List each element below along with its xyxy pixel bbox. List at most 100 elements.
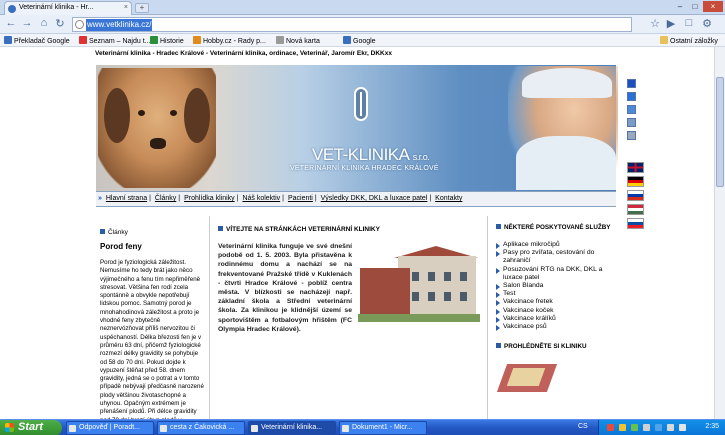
flag-gb-icon[interactable] [627,162,644,173]
welcome-text: Veterinární klinika funguje ve své dnešn… [218,243,352,333]
left-column: Články Porod feny Porod je fyziologická … [96,216,210,419]
welcome-body: Veterinární klinika funguje ve své dnešn… [218,242,480,334]
menu-home[interactable]: Hlavní strana [106,195,147,202]
service-link[interactable]: Vakcinace psů [496,323,620,332]
services-list: Aplikace mikročipů Pasy pro zvířata, ces… [496,241,620,332]
windows-taskbar: Start Odpověď | Poradt... cesta z Čakovi… [0,419,725,435]
flag-de-icon[interactable] [627,176,644,187]
folder-icon [660,36,668,44]
tray-icon[interactable] [631,424,638,431]
taskbar-item[interactable]: Odpověď | Poradt... [66,421,154,435]
taskbar-item[interactable]: cesta z Čakovická ... [157,421,245,435]
globe-icon [75,20,84,29]
service-link[interactable]: Vakcinace fretek [496,298,620,307]
tray-icon[interactable] [643,424,650,431]
network-icon[interactable] [679,424,686,431]
bookmark-item[interactable]: Historie [150,36,184,45]
word-icon [342,425,349,432]
start-button[interactable]: Start [0,420,62,435]
clinic-logo-icon [354,87,368,121]
reload-icon[interactable]: ↻ [53,17,67,30]
app-icon [69,425,76,432]
bookmark-item[interactable]: Hobby.cz - Rady p... [193,36,266,45]
address-bar[interactable]: www.vetklinika.cz/ [72,17,632,32]
service-link[interactable]: Salon Blanda [496,282,620,291]
article-title[interactable]: Porod feny [100,242,205,251]
color-square[interactable] [627,131,636,140]
main-content: VÍTEJTE NA STRÁNKÁCH VETERINÁRNÍ KLINIKY… [218,226,480,334]
service-link[interactable]: Vakcinace králíků [496,315,620,324]
double-arrow-icon: » [98,195,102,202]
address-bar-url: www.vetklinika.cz/ [86,19,153,31]
back-arrow-icon[interactable]: ← [4,17,18,29]
page-scrollbar[interactable] [714,47,725,419]
flag-ru-icon[interactable] [627,190,644,201]
tray-icon[interactable] [655,424,662,431]
wrench-icon[interactable]: ⚙ [700,17,714,30]
menu-clinic-tour[interactable]: Prohlídka kliniky [184,195,235,202]
menu-results[interactable]: Výsledky DKK, DKL a luxace patel [321,195,428,202]
bookmark-star-icon[interactable]: ☆ [648,17,662,30]
service-link[interactable]: Pasy pro zvířata, cestování do zahraničí [496,249,620,265]
maximize-button[interactable]: □ [688,1,702,12]
close-tab-icon[interactable]: × [124,4,128,11]
dog-photo [98,68,216,188]
close-window-button[interactable]: × [703,1,723,12]
bookmark-icon [150,36,158,44]
bookmark-icon [276,36,284,44]
square-bullet-icon [100,229,105,234]
site-main-menu: » Hlavní strana | Články | Prohlídka klini… [96,191,616,207]
service-link[interactable]: Vakcinace koček [496,307,620,315]
tab-title: Veterinární klinika - Hr... [19,4,94,11]
forward-arrow-icon[interactable]: → [20,17,34,29]
app-icon [160,425,167,432]
flag-hu-icon[interactable] [627,204,644,215]
minimize-button[interactable]: – [673,1,687,12]
bookmark-item[interactable]: Google [343,36,376,45]
tray-icon[interactable] [619,424,626,431]
menu-team[interactable]: Náš kolektiv [242,195,280,202]
brand-name: VET-KLINIKA s.r.o. [312,145,430,164]
bookmark-item[interactable]: Nová karta [276,36,320,45]
input-language[interactable]: CS [578,423,588,430]
browser-tab-bar: Veterinární klinika - Hr... × + – □ × [0,0,725,15]
menu-articles[interactable]: Články [155,195,176,202]
color-square[interactable] [627,79,636,88]
menu-contacts[interactable]: Kontakty [435,195,462,202]
bookmark-icon [343,36,351,44]
other-bookmarks[interactable]: Ostatní záložky [660,36,718,45]
bookmark-item[interactable]: Seznam – Najdu t... [79,36,150,45]
page-menu-icon[interactable]: □ [682,17,696,29]
bookmarks-bar: Překladač Google Seznam – Najdu t... His… [0,34,725,47]
service-link[interactable]: Test [496,290,620,299]
browser-tab[interactable]: Veterinární klinika - Hr... × [4,1,132,15]
site-keywords-line: Veterinární klinika - Hradec Králové - V… [95,50,392,57]
flag-sk-icon[interactable] [627,218,644,229]
scrollbar-thumb[interactable] [716,77,724,187]
taskbar-item[interactable]: Dokument1 - Micr... [339,421,427,435]
square-bullet-icon [496,343,501,349]
play-icon[interactable]: ▶ [664,17,678,30]
tray-icon[interactable] [607,424,614,431]
article-text: Porod je fyziologická záležitost. Nemusí… [100,259,204,419]
home-icon[interactable]: ⌂ [37,17,51,29]
brand-subtitle: VETERINÁRNÍ KLINIKA HRADEC KRÁLOVÉ [290,165,439,172]
service-link[interactable]: Posuzování RTG na DKK, DKL a luxace pate… [496,266,620,282]
color-square[interactable] [627,105,636,114]
clinic-building-photo [358,242,480,322]
tour-heading: PROHLÉDNĚTE SI KLINIKU [496,343,620,350]
volume-icon[interactable] [667,424,674,431]
color-square[interactable] [627,118,636,127]
menu-patients[interactable]: Pacienti [288,195,313,202]
services-heading: NĚKTERÉ POSKYTOVANÉ SLUŽBY [496,224,620,231]
bookmark-icon [193,36,201,44]
new-tab-button[interactable]: + [135,3,149,13]
square-bullet-icon [218,226,223,231]
service-link[interactable]: Aplikace mikročipů [496,241,620,250]
taskbar-item-active[interactable]: Veterinární klinika... [248,421,336,435]
color-square[interactable] [627,92,636,101]
right-column: NĚKTERÉ POSKYTOVANÉ SLUŽBY Aplikace mikr… [487,216,620,419]
bookmark-item[interactable]: Překladač Google [4,36,70,45]
clinic-floorplan-image[interactable] [496,356,566,398]
square-bullet-icon [496,224,501,229]
